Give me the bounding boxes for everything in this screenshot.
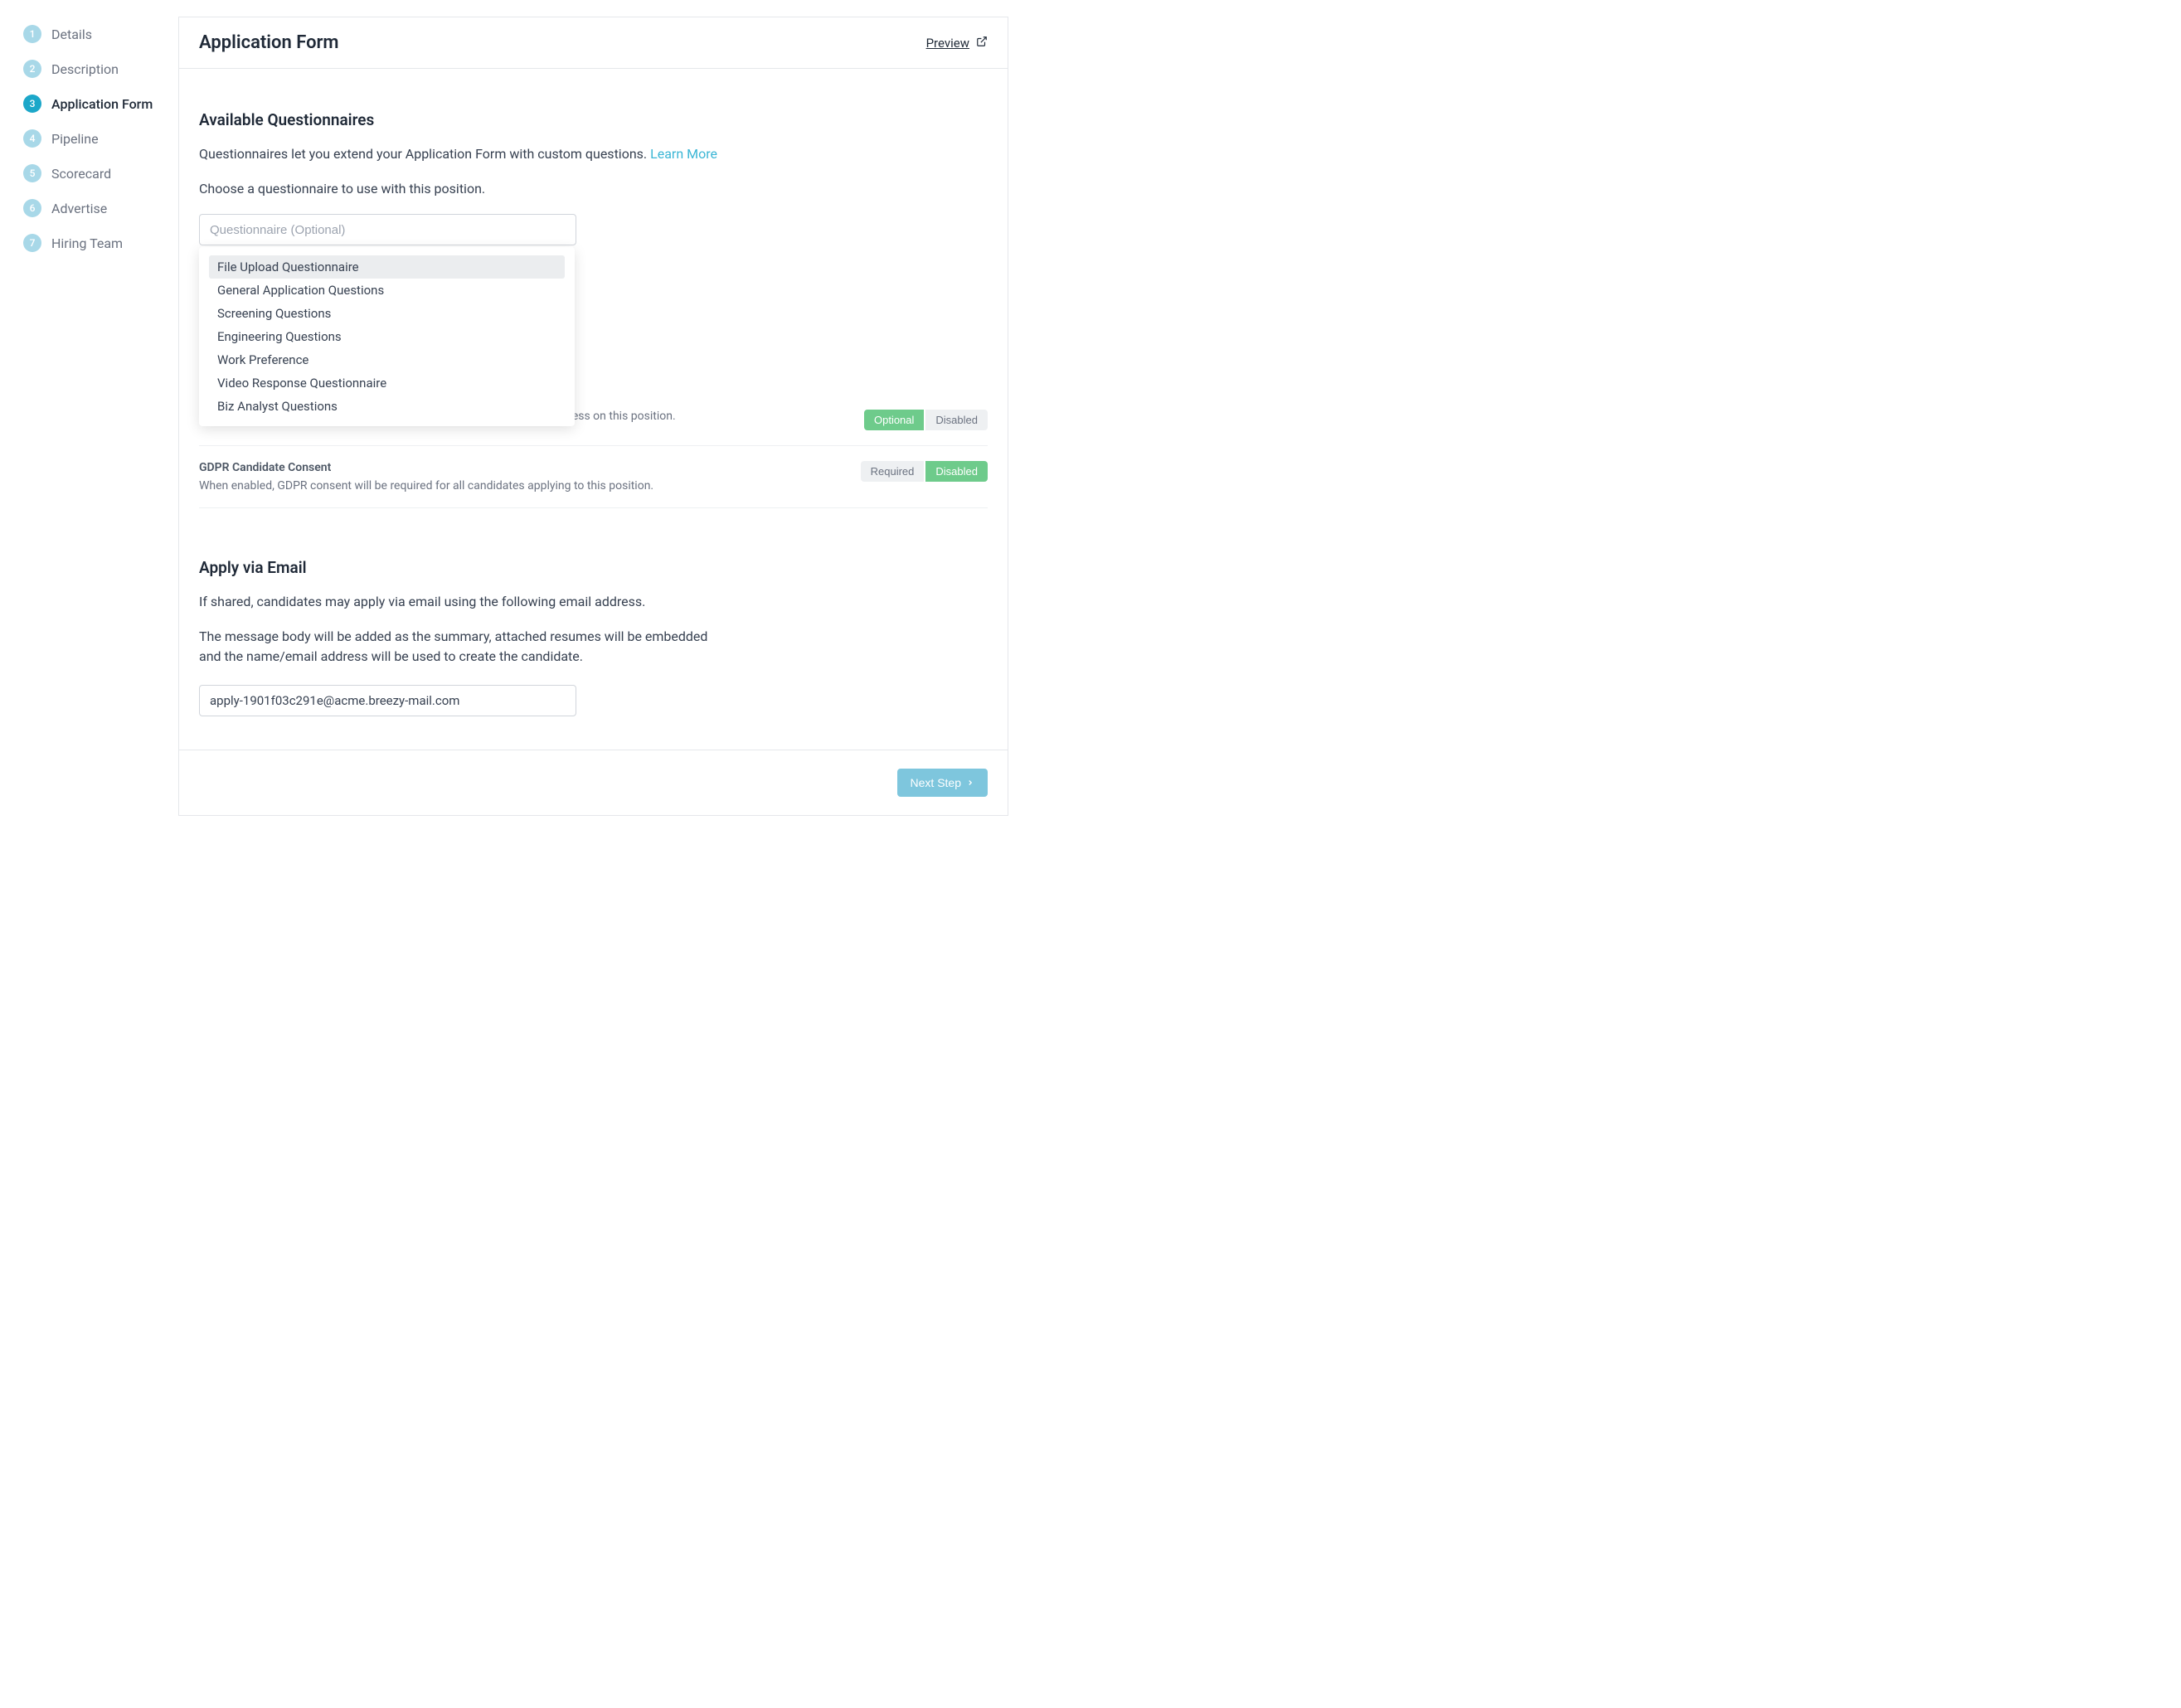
questionnaire-option[interactable]: Screening Questions [209,302,565,325]
questionnaires-description: Questionnaires let you extend your Appli… [199,144,988,164]
questionnaire-combobox: File Upload Questionnaire General Applic… [199,214,576,245]
step-label: Details [51,27,92,42]
sidebar-step-hiring-team[interactable]: 7 Hiring Team [23,226,178,260]
step-label: Pipeline [51,131,99,147]
step-label: Hiring Team [51,235,123,251]
preview-link-label: Preview [926,36,969,51]
step-number-badge: 6 [23,199,41,217]
gdpr-toggle-group: Required Disabled [861,461,988,482]
gdpr-disabled-button[interactable]: Disabled [925,461,988,482]
questionnaire-option[interactable]: Engineering Questions [209,325,565,348]
apply-email-section: Apply via Email If shared, candidates ma… [199,558,988,716]
preview-link[interactable]: Preview [926,36,988,51]
step-number-badge: 1 [23,25,41,43]
step-number-badge: 7 [23,234,41,252]
step-number-badge: 3 [23,95,41,113]
questionnaire-option[interactable]: Biz Analyst Questions [209,395,565,418]
compliance-row-gdpr: GDPR Candidate Consent When enabled, GDP… [199,446,988,508]
apply-email-title: Apply via Email [199,558,988,577]
page-title: Application Form [199,32,339,53]
chevron-right-icon [966,776,974,789]
questionnaires-description-text: Questionnaires let you extend your Appli… [199,146,650,162]
gdpr-description: When enabled, GDPR consent will be requi… [199,479,653,493]
apply-email-field[interactable]: apply-1901f03c291e@acme.breezy-mail.com [199,685,576,716]
apply-email-desc1: If shared, candidates may apply via emai… [199,592,988,612]
step-number-badge: 5 [23,164,41,182]
sidebar-step-pipeline[interactable]: 4 Pipeline [23,121,178,156]
apply-email-desc2: The message body will be added as the su… [199,627,730,667]
questionnaire-option[interactable]: File Upload Questionnaire [209,255,565,279]
questionnaire-dropdown: File Upload Questionnaire General Applic… [199,247,575,426]
sidebar-step-scorecard[interactable]: 5 Scorecard [23,156,178,191]
step-label: Scorecard [51,166,111,182]
eeoc-toggle-group: Optional Disabled [864,410,988,430]
next-step-label: Next Step [911,776,961,789]
step-label: Advertise [51,201,107,216]
main-footer: Next Step [179,750,1008,815]
sidebar-step-details[interactable]: 1 Details [23,17,178,51]
sidebar-step-description[interactable]: 2 Description [23,51,178,86]
learn-more-link[interactable]: Learn More [650,146,717,162]
step-label: Application Form [51,96,153,112]
questionnaire-option[interactable]: Work Preference [209,348,565,371]
eeoc-disabled-button[interactable]: Disabled [925,410,988,430]
main-header: Application Form Preview [179,17,1008,69]
step-number-badge: 4 [23,129,41,148]
next-step-button[interactable]: Next Step [897,769,988,797]
questionnaires-title: Available Questionnaires [199,110,988,129]
wizard-sidebar: 1 Details 2 Description 3 Application Fo… [0,17,178,816]
questionnaire-input[interactable] [199,214,576,245]
questionnaire-option[interactable]: General Application Questions [209,279,565,302]
apply-email-value: apply-1901f03c291e@acme.breezy-mail.com [210,693,459,708]
step-number-badge: 2 [23,60,41,78]
eeoc-optional-button[interactable]: Optional [864,410,924,430]
main-panel: Application Form Preview Available Quest… [178,17,1008,816]
sidebar-step-advertise[interactable]: 6 Advertise [23,191,178,226]
sidebar-step-application-form[interactable]: 3 Application Form [23,86,178,121]
gdpr-required-button[interactable]: Required [861,461,925,482]
step-label: Description [51,61,119,77]
external-link-icon [976,36,988,51]
gdpr-title: GDPR Candidate Consent [199,461,653,474]
questionnaire-option[interactable]: Video Response Questionnaire [209,371,565,395]
questionnaires-choose-text: Choose a questionnaire to use with this … [199,179,988,199]
